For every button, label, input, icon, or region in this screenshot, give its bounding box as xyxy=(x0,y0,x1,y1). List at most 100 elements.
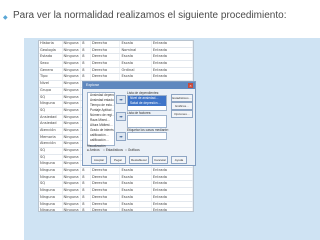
statistics-button[interactable]: Estadísticos… xyxy=(171,94,193,102)
list-item[interactable]: calificación… xyxy=(88,138,114,143)
table-cell[interactable]: Derecha xyxy=(91,181,121,188)
table-cell[interactable]: 8 xyxy=(81,61,92,67)
table-cell[interactable]: Derecha xyxy=(91,41,121,47)
table-row[interactable]: NingunaNinguna8DerechaEscalaEntrada xyxy=(39,208,193,211)
table-cell[interactable]: SQ xyxy=(39,148,63,154)
table-cell[interactable]: SQ xyxy=(39,107,63,114)
table-cell[interactable]: Genero xyxy=(39,67,63,74)
table-cell[interactable]: Entrada xyxy=(152,41,193,47)
table-cell[interactable]: 8 xyxy=(81,54,92,61)
radio-both[interactable]: ● Ambos xyxy=(87,148,100,152)
table-cell[interactable]: Ninguna xyxy=(63,127,82,134)
table-cell[interactable]: Ninguna xyxy=(39,194,63,201)
table-row[interactable]: NingunaNinguna8DerechaEscalaEntrada xyxy=(39,194,193,202)
table-cell[interactable]: 8 xyxy=(81,188,92,194)
table-row[interactable]: SQNinguna8DerechaEscalaEntrada xyxy=(39,181,193,189)
table-cell[interactable]: 8 xyxy=(81,74,92,81)
table-row[interactable]: NingunaNinguna8DerechaEscalaEntrada xyxy=(39,188,193,195)
table-cell[interactable]: Ninguna xyxy=(63,148,82,154)
table-cell[interactable]: Entrada xyxy=(152,168,193,174)
table-cell[interactable]: Memoria xyxy=(39,134,63,141)
table-cell[interactable]: Derecha xyxy=(91,174,121,181)
table-cell[interactable]: Ninguna xyxy=(39,161,63,168)
table-cell[interactable]: Ninguna xyxy=(63,87,82,94)
table-cell[interactable]: Derecha xyxy=(91,54,121,61)
table-cell[interactable]: Entrada xyxy=(152,174,193,181)
table-cell[interactable]: SQ xyxy=(39,154,63,161)
table-cell[interactable]: Ninguna xyxy=(63,67,82,74)
accept-button[interactable]: Aceptar xyxy=(91,156,107,164)
table-row[interactable]: Sexo Ninguna 8 Derecha Escala Entrada xyxy=(39,61,193,68)
table-cell[interactable]: Ninguna xyxy=(63,121,82,127)
table-cell[interactable]: Entrada xyxy=(152,194,193,201)
table-cell[interactable]: Ninguna xyxy=(63,81,82,87)
case-label-field[interactable] xyxy=(127,132,167,140)
table-cell[interactable]: Derecha xyxy=(91,67,121,74)
table-cell[interactable]: Ansiedad xyxy=(39,114,63,121)
table-cell[interactable]: Escala xyxy=(120,41,152,47)
table-cell[interactable]: Ninguna xyxy=(63,54,82,61)
table-cell[interactable]: 8 xyxy=(81,194,92,201)
table-cell[interactable]: 8 xyxy=(81,208,92,211)
table-cell[interactable]: Ninguna xyxy=(63,134,82,141)
table-row[interactable]: NingunaNinguna8DerechaEscalaEntrada xyxy=(39,174,193,182)
table-cell[interactable]: Escala xyxy=(120,181,152,188)
table-cell[interactable]: Grupo xyxy=(39,87,63,94)
table-cell[interactable]: Escala xyxy=(120,54,152,61)
table-row[interactable]: NingunaNinguna8DerechaEscalaEntrada xyxy=(39,201,193,209)
dependent-item[interactable]: Salud de depresión… xyxy=(128,101,166,106)
table-cell[interactable]: 8 xyxy=(81,181,92,188)
table-cell[interactable]: Ninguna xyxy=(63,114,82,121)
help-button[interactable]: Ayuda xyxy=(171,156,187,164)
table-row[interactable]: Historia Ninguna 8 Derecha Escala Entrada xyxy=(39,41,193,48)
table-cell[interactable]: 8 xyxy=(81,67,92,74)
table-cell[interactable]: Ninguna xyxy=(63,101,82,107)
table-cell[interactable]: Derecha xyxy=(91,194,121,201)
plots-button[interactable]: Gráficos… xyxy=(171,102,193,110)
table-cell[interactable]: Ninguna xyxy=(39,188,63,194)
table-cell[interactable]: Ninguna xyxy=(39,201,63,208)
table-cell[interactable]: Escala xyxy=(120,194,152,201)
table-cell[interactable]: Derecha xyxy=(91,61,121,67)
move-label-arrow-icon[interactable]: ➡ xyxy=(116,132,126,141)
cancel-button[interactable]: Cancelar xyxy=(152,156,168,164)
table-cell[interactable]: Ninguna xyxy=(39,174,63,181)
table-cell[interactable]: SQ xyxy=(39,181,63,188)
table-row[interactable]: NingunaNinguna8DerechaEscalaEntrada xyxy=(39,168,193,175)
table-cell[interactable]: Ninguna xyxy=(63,181,82,188)
dependent-list[interactable]: Nivel de ansiedad… Salud de depresión… xyxy=(127,95,167,111)
table-cell[interactable]: Ninguna xyxy=(39,208,63,211)
table-cell[interactable]: Ninguna xyxy=(63,201,82,208)
table-cell[interactable]: Estado xyxy=(39,54,63,61)
table-cell[interactable]: Entrada xyxy=(152,208,193,211)
table-cell[interactable]: Entrada xyxy=(152,54,193,61)
table-cell[interactable]: Historia xyxy=(39,41,63,47)
table-cell[interactable]: Ninguna xyxy=(63,174,82,181)
table-cell[interactable]: Atención xyxy=(39,127,63,134)
table-cell[interactable]: Entrada xyxy=(152,188,193,194)
table-cell[interactable]: Escala xyxy=(120,188,152,194)
table-cell[interactable]: Ninguna xyxy=(63,194,82,201)
table-cell[interactable]: Entrada xyxy=(152,181,193,188)
table-cell[interactable]: Ansiedad xyxy=(39,121,63,127)
table-cell[interactable]: 8 xyxy=(81,201,92,208)
table-cell[interactable]: Derecha xyxy=(91,74,121,81)
close-icon[interactable]: × xyxy=(188,83,193,88)
table-cell[interactable]: Entrada xyxy=(152,201,193,208)
table-cell[interactable]: Ninguna xyxy=(63,94,82,101)
table-row[interactable]: Geología Ninguna 8 Derecha Nominal Entrada xyxy=(39,47,193,55)
table-cell[interactable]: Entrada xyxy=(152,47,193,54)
table-cell[interactable]: Ninguna xyxy=(63,208,82,211)
table-cell[interactable]: Ninguna xyxy=(63,188,82,194)
source-variable-list[interactable]: Ansiedad depend…Ansiedad estado…Tiempo d… xyxy=(87,92,115,146)
table-cell[interactable]: Nivel xyxy=(39,81,63,87)
table-cell[interactable]: Entrada xyxy=(152,61,193,67)
table-cell[interactable]: Ninguna xyxy=(63,161,82,168)
table-cell[interactable]: Derecha xyxy=(91,201,121,208)
table-cell[interactable]: Tipo xyxy=(39,74,63,81)
table-cell[interactable]: Escala xyxy=(120,174,152,181)
table-cell[interactable]: Entrada xyxy=(152,74,193,81)
table-cell[interactable]: Ninguna xyxy=(63,141,82,147)
table-cell[interactable]: 8 xyxy=(81,174,92,181)
table-cell[interactable]: Entrada xyxy=(152,67,193,74)
